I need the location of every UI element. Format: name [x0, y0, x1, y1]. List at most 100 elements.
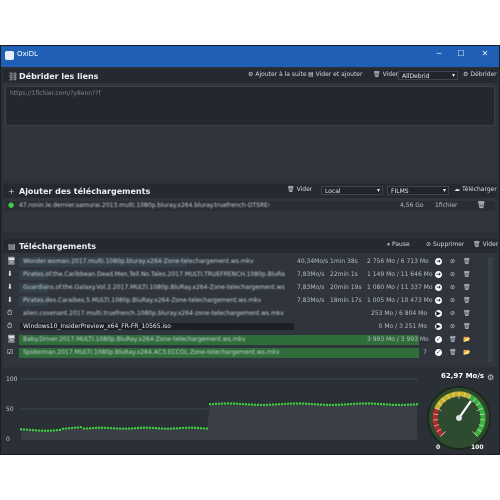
table-row[interactable]: 🖥 Baby.Driver.2017.MULTI.1080p.BluRay.x26…: [5, 335, 485, 345]
clear-add-button[interactable]: ▤ Vider et ajouter: [308, 71, 362, 81]
table-row[interactable]: ⏱ Windows10_InsiderPreview_x64_FR-FR_1056…: [5, 322, 485, 332]
speed-gauge: 0 100: [424, 383, 494, 453]
maximize-button[interactable]: ☐: [453, 49, 469, 58]
download-icon: ⬇: [7, 270, 13, 278]
download-speed: 7,83Mo/s: [297, 297, 325, 304]
debrid-button[interactable]: ⚙ Débrider: [463, 71, 497, 81]
folder-select[interactable]: FILMS ▾: [387, 186, 449, 195]
trash-icon[interactable]: 🗑: [463, 258, 471, 265]
play-icon[interactable]: ▶: [435, 310, 442, 317]
location-select[interactable]: Local ▾: [321, 186, 383, 195]
y-tick-label: 100: [6, 376, 18, 383]
table-row[interactable]: 🖥 Wonder.woman.2017.multi.1080p.bluray.x2…: [5, 257, 485, 267]
service-select[interactable]: AllDebrid ▾: [398, 71, 458, 80]
speed-point: [166, 427, 170, 430]
done-icon[interactable]: ✓: [435, 349, 442, 356]
speed-point: [301, 402, 305, 405]
ban-icon[interactable]: ⊘: [449, 297, 456, 304]
table-row[interactable]: ⬇ Pirates.des.Caraibes.5.MULTI.1080p.BluR…: [5, 296, 485, 306]
ban-icon[interactable]: ⊘: [449, 323, 456, 330]
speed-point: [46, 429, 50, 432]
monitor-icon: 🖥: [7, 335, 16, 343]
debrider-clear-button[interactable]: 🗑 Vider: [373, 71, 398, 81]
table-row[interactable]: ⬇ Pirates.of.the.Caribbean.Dead.Men.Tell.…: [5, 270, 485, 280]
links-text: https://1fichier.com/?y8enn??f: [10, 90, 101, 97]
delete-button[interactable]: ⊘ Supprimer: [426, 241, 464, 251]
ban-icon[interactable]: ⊘: [449, 271, 456, 278]
debrider-title: Débrider les liens: [19, 72, 99, 81]
gear-icon: ⚙: [463, 71, 469, 78]
speed-readout: 62,97 Mo/s: [441, 372, 485, 380]
download-size: 253 Mo / 6 804 Mo: [371, 310, 427, 317]
table-row[interactable]: ⏱ alien.covenant.2017.multi.truefrench.10…: [5, 309, 485, 319]
downloads-clear-button[interactable]: 🗑 Vider: [473, 241, 498, 251]
ban-icon[interactable]: ⊘: [449, 310, 456, 317]
speed-point: [31, 428, 35, 432]
add-downloads-header: + Ajouter des téléchargements 🗑 Vider Loc…: [3, 184, 497, 198]
download-name: alien.covenant.2017.multi.truefrench.108…: [23, 310, 284, 317]
speed-point: [109, 426, 113, 430]
trash-icon[interactable]: 🗑: [463, 310, 471, 317]
speed-point: [121, 427, 125, 430]
folder-icon[interactable]: 📂: [463, 336, 470, 343]
chevron-down-icon: ▾: [451, 72, 455, 79]
speed-point: [367, 402, 371, 405]
download-label: Télécharger: [462, 186, 497, 193]
gauge-hub: [456, 415, 462, 421]
speed-point: [388, 403, 392, 406]
ban-icon[interactable]: ⊘: [449, 258, 456, 265]
folder-icon[interactable]: 📂: [463, 349, 470, 356]
start-icon[interactable]: ➜: [435, 284, 442, 291]
download-button[interactable]: ☁ Télécharger: [454, 186, 497, 196]
speed-point: [73, 426, 77, 429]
speed-point: [91, 426, 95, 430]
trash-icon[interactable]: 🗑: [463, 271, 471, 278]
add-clear-button[interactable]: 🗑 Vider: [287, 186, 312, 196]
start-icon[interactable]: ➜: [435, 271, 442, 278]
delete-item-icon[interactable]: 🗑: [477, 201, 486, 209]
gear-icon[interactable]: ⚙: [487, 373, 494, 382]
add-after-label: Ajouter à la suite: [255, 71, 307, 78]
downloads-clear-label: Vider: [482, 241, 499, 248]
download-icon: ⬇: [7, 283, 13, 291]
speed-point: [49, 429, 53, 432]
download-eta: 1min 38s: [330, 258, 358, 265]
start-icon[interactable]: ➜: [435, 297, 442, 304]
links-textarea[interactable]: https://1fichier.com/?y8enn??f: [5, 86, 495, 126]
speed-point: [40, 429, 44, 432]
speed-point: [286, 402, 290, 405]
speed-graph: 100 50 0: [6, 376, 419, 443]
downloads-scrollbar[interactable]: [488, 257, 493, 362]
y-tick-label: 0: [6, 436, 10, 443]
pending-icon: ⏱: [7, 309, 13, 317]
service-value: AllDebrid: [402, 73, 430, 80]
speed-point: [364, 402, 368, 405]
speed-point: [349, 402, 353, 406]
speed-point: [373, 402, 377, 405]
pause-button[interactable]: ⏸ Pause: [387, 241, 410, 251]
speed-point: [136, 426, 140, 430]
speed-point: [133, 426, 137, 430]
trash-icon[interactable]: 🗑: [449, 336, 457, 343]
speed-point: [67, 427, 71, 430]
play-icon[interactable]: ▶: [435, 323, 442, 330]
ban-icon: ⊘: [426, 241, 432, 248]
add-after-button[interactable]: ⚙ Ajouter à la suite: [248, 71, 307, 81]
speed-point: [142, 426, 146, 429]
table-row[interactable]: ⬇ Guardians.of.the.Galaxy.Vol.2.2017.MULT…: [5, 283, 485, 293]
minimize-button[interactable]: ─: [431, 49, 447, 58]
start-icon[interactable]: ➜: [435, 258, 442, 265]
download-size: 7: [423, 349, 427, 356]
table-row[interactable]: ☑ Spiderman.2017.MULTI.1080p.BluRay.x264.…: [5, 348, 485, 358]
trash-icon[interactable]: 🗑: [463, 297, 471, 304]
list-item[interactable]: ● 47.ronin.le.dernier.samurai.2013.multi…: [5, 201, 495, 211]
speed-point: [199, 427, 203, 430]
speed-point: [64, 427, 68, 430]
ban-icon[interactable]: ⊘: [449, 284, 456, 291]
trash-icon[interactable]: 🗑: [449, 349, 457, 356]
speed-point: [220, 402, 224, 405]
trash-icon[interactable]: 🗑: [463, 284, 471, 291]
close-button[interactable]: ✕: [477, 49, 493, 58]
trash-icon[interactable]: 🗑: [463, 323, 471, 330]
done-icon[interactable]: ✓: [435, 336, 442, 343]
